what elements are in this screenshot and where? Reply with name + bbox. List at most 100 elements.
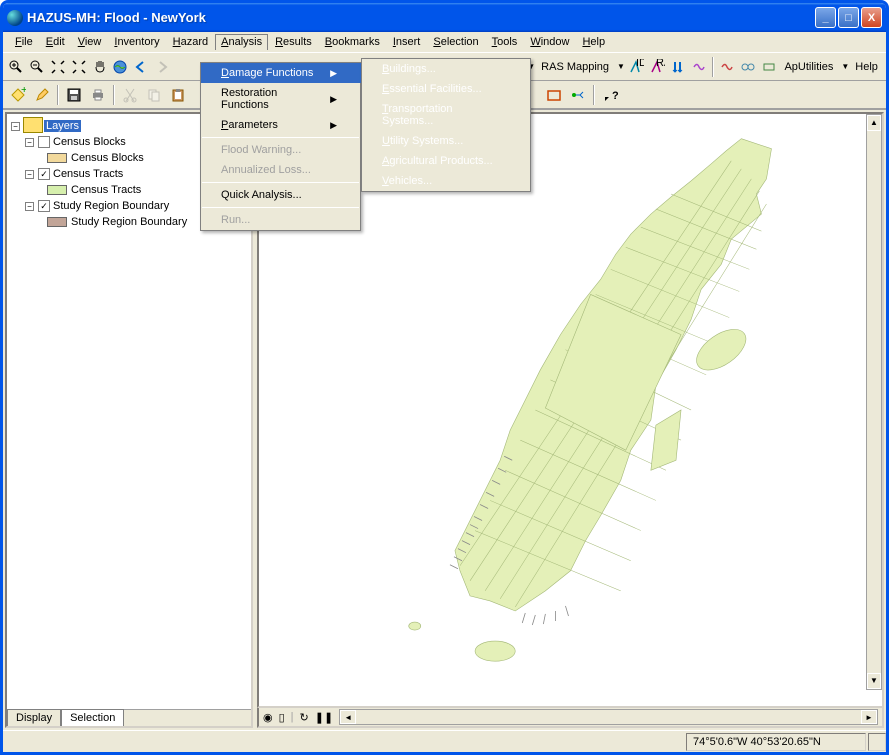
scroll-down-icon[interactable]: ▼: [867, 673, 881, 689]
pause-icon[interactable]: ❚❚: [315, 711, 333, 724]
layer-checkbox[interactable]: ✓: [38, 168, 50, 180]
copy-icon[interactable]: [143, 84, 165, 106]
layers-icon: [24, 119, 42, 133]
minimize-button[interactable]: _: [815, 7, 836, 28]
collapse-icon[interactable]: −: [25, 138, 34, 147]
menu-inventory[interactable]: Inventory: [108, 34, 165, 50]
menu-results[interactable]: Results: [269, 34, 318, 50]
add-data-icon[interactable]: +: [7, 84, 29, 106]
ras-tool-3-icon[interactable]: [669, 56, 688, 78]
submenu-agricultural[interactable]: Agricultural Products...: [362, 151, 530, 171]
menu-hazard[interactable]: Hazard: [167, 34, 214, 50]
menu-insert[interactable]: Insert: [387, 34, 427, 50]
menu-analysis[interactable]: Analysis: [215, 34, 268, 50]
zoom-in-icon[interactable]: [7, 56, 26, 78]
menu-selection[interactable]: Selection: [427, 34, 484, 50]
menu-edit[interactable]: Edit: [40, 34, 71, 50]
scroll-left-icon[interactable]: ◄: [340, 710, 356, 724]
color-swatch-icon: [47, 217, 67, 227]
fixed-zoom-in-icon[interactable]: [49, 56, 68, 78]
layout-view-icon[interactable]: ▯: [279, 711, 285, 724]
menu-file[interactable]: File: [9, 34, 39, 50]
dropdown-arrow-icon[interactable]: ▼: [841, 62, 849, 71]
damage-functions-submenu: Buildings... Essential Facilities... Tra…: [361, 58, 531, 192]
color-swatch-icon: [47, 153, 67, 163]
content-area: − Layers − Census Blocks Census Blocks −…: [3, 109, 886, 730]
collapse-icon[interactable]: −: [25, 170, 34, 179]
menu-restoration-functions[interactable]: Restoration Functions▶: [201, 83, 361, 115]
horizontal-scrollbar[interactable]: ◄ ►: [339, 709, 878, 725]
menu-annualized-loss: Annualized Loss...: [201, 160, 361, 180]
submenu-utility-systems[interactable]: Utility Systems...: [362, 131, 530, 151]
toolbar-help-menu[interactable]: Help: [851, 61, 882, 73]
ras-tool-4-icon[interactable]: [689, 56, 708, 78]
map-bottom-controls: ◉ ▯ | ↻ ❚❚ ◄ ►: [257, 708, 884, 728]
status-spacer: [868, 733, 886, 751]
svg-text:RA: RA: [656, 59, 665, 69]
svg-text:ID: ID: [636, 59, 644, 69]
ras-tool-2-icon[interactable]: RA: [648, 56, 667, 78]
submenu-essential-facilities[interactable]: Essential Facilities...: [362, 79, 530, 99]
menu-tools[interactable]: Tools: [486, 34, 524, 50]
cut-icon[interactable]: [119, 84, 141, 106]
title-bar: HAZUS-MH: Flood - NewYork _ □ X: [3, 3, 886, 32]
pan-icon[interactable]: [90, 56, 109, 78]
status-coordinates: 74°5'0.6"W 40°53'20.65"N: [686, 733, 866, 751]
ap-utilities-menu[interactable]: ApUtilities: [780, 61, 837, 73]
dropdown-arrow-icon[interactable]: ▼: [617, 62, 625, 71]
edit-icon[interactable]: [31, 84, 53, 106]
layer-label: Census Blocks: [53, 136, 126, 148]
scroll-up-icon[interactable]: ▲: [867, 115, 881, 131]
forward-extent-icon[interactable]: [152, 56, 171, 78]
layer-checkbox[interactable]: [38, 136, 50, 148]
ap-tool-2-icon[interactable]: [739, 56, 758, 78]
save-icon[interactable]: [63, 84, 85, 106]
vertical-scrollbar[interactable]: ▲ ▼: [866, 114, 882, 690]
back-extent-icon[interactable]: [132, 56, 151, 78]
data-view-icon[interactable]: ◉: [263, 711, 273, 724]
layers-root-label: Layers: [44, 120, 81, 132]
menu-bookmarks[interactable]: Bookmarks: [319, 34, 386, 50]
collapse-icon[interactable]: −: [25, 202, 34, 211]
layer-label: Study Region Boundary: [53, 200, 169, 212]
submenu-vehicles[interactable]: Vehicles...: [362, 171, 530, 191]
menu-damage-functions[interactable]: Damage Functions▶ Buildings... Essential…: [201, 63, 361, 83]
collapse-icon[interactable]: −: [11, 122, 20, 131]
whats-this-icon[interactable]: ?: [599, 84, 621, 106]
ap-tool-1-icon[interactable]: [718, 56, 737, 78]
layer-label: Census Tracts: [53, 168, 123, 180]
ras-tool-1-icon[interactable]: ID: [627, 56, 646, 78]
tab-display[interactable]: Display: [7, 709, 61, 726]
tool-box-icon[interactable]: [543, 84, 565, 106]
submenu-transportation[interactable]: Transportation Systems...: [362, 99, 530, 131]
menu-run: Run...: [201, 210, 361, 230]
menu-view[interactable]: View: [72, 34, 108, 50]
color-swatch-icon: [47, 185, 67, 195]
print-icon[interactable]: [87, 84, 109, 106]
ap-tool-3-icon[interactable]: [760, 56, 779, 78]
maximize-button[interactable]: □: [838, 7, 859, 28]
scroll-right-icon[interactable]: ►: [861, 710, 877, 724]
tool-branch-icon[interactable]: [567, 84, 589, 106]
submenu-buildings[interactable]: Buildings...: [362, 59, 530, 79]
menu-flood-warning: Flood Warning...: [201, 140, 361, 160]
app-window: HAZUS-MH: Flood - NewYork _ □ X File Edi…: [0, 0, 889, 755]
refresh-icon[interactable]: ↻: [300, 711, 309, 724]
app-icon: [7, 10, 23, 26]
close-button[interactable]: X: [861, 7, 882, 28]
layer-checkbox[interactable]: ✓: [38, 200, 50, 212]
ras-mapping-menu[interactable]: RAS Mapping: [537, 61, 613, 73]
swatch-label: Study Region Boundary: [71, 216, 187, 228]
paste-icon[interactable]: [167, 84, 189, 106]
zoom-out-icon[interactable]: [28, 56, 47, 78]
full-extent-icon[interactable]: [111, 56, 130, 78]
analysis-dropdown: Damage Functions▶ Buildings... Essential…: [200, 62, 361, 231]
svg-text:+: +: [21, 87, 26, 96]
menu-help[interactable]: Help: [576, 34, 611, 50]
menu-quick-analysis[interactable]: Quick Analysis...: [201, 185, 361, 205]
window-title: HAZUS-MH: Flood - NewYork: [27, 10, 815, 25]
tab-selection[interactable]: Selection: [61, 709, 124, 726]
menu-window[interactable]: Window: [524, 34, 575, 50]
menu-parameters[interactable]: Parameters▶: [201, 115, 361, 135]
fixed-zoom-out-icon[interactable]: [69, 56, 88, 78]
